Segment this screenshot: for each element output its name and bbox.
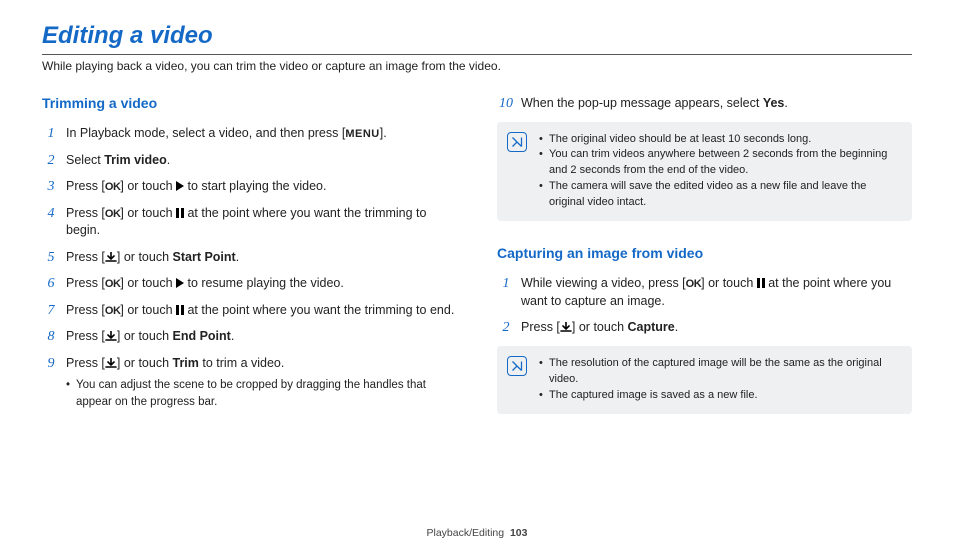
- trim-step: Press [OK] or touch at the point where y…: [42, 205, 457, 240]
- play-icon: [176, 278, 184, 288]
- trim-heading: Trimming a video: [42, 95, 457, 111]
- pause-icon: [176, 305, 184, 315]
- info-badge-icon: [507, 132, 527, 152]
- capture-step: Press [] or touch Capture.: [497, 319, 912, 337]
- ok-icon: OK: [686, 278, 702, 290]
- trim-step-10-list: When the pop-up message appears, select …: [497, 95, 912, 113]
- subnote-item: You can adjust the scene to be cropped b…: [66, 377, 457, 410]
- down-icon: [105, 331, 117, 341]
- pause-icon: [757, 278, 765, 288]
- down-icon: [105, 358, 117, 368]
- page-footer: Playback/Editing 103: [0, 527, 954, 539]
- ok-icon: OK: [105, 278, 121, 290]
- page-intro: While playing back a video, you can trim…: [42, 59, 912, 73]
- ok-icon: OK: [105, 208, 121, 220]
- trim-step: In Playback mode, select a video, and th…: [42, 125, 457, 143]
- info-badge-icon: [507, 356, 527, 376]
- capture-heading: Capturing an image from video: [497, 245, 912, 261]
- right-column: When the pop-up message appears, select …: [497, 95, 912, 438]
- trim-subnote: You can adjust the scene to be cropped b…: [42, 377, 457, 410]
- trim-step: Select Trim video.: [42, 152, 457, 170]
- info-item: The original video should be at least 10…: [539, 132, 900, 148]
- capture-steps-list: While viewing a video, press [OK] or tou…: [497, 275, 912, 337]
- ok-icon: OK: [105, 181, 121, 193]
- trim-step: Press [] or touch Start Point.: [42, 249, 457, 267]
- down-icon: [560, 322, 572, 332]
- play-icon: [176, 181, 184, 191]
- down-icon: [105, 252, 117, 262]
- trim-step-10: When the pop-up message appears, select …: [497, 95, 912, 113]
- left-column: Trimming a video In Playback mode, selec…: [42, 95, 457, 438]
- ok-icon: OK: [105, 305, 121, 317]
- page-content: Editing a video While playing back a vid…: [0, 0, 954, 438]
- info-item: The camera will save the edited video as…: [539, 179, 900, 211]
- footer-page-number: 103: [510, 527, 528, 539]
- capture-step: While viewing a video, press [OK] or tou…: [497, 275, 912, 310]
- trim-step: Press [] or touch Trim to trim a video.: [42, 355, 457, 373]
- info-item: You can trim videos anywhere between 2 s…: [539, 147, 900, 179]
- title-rule: [42, 54, 912, 55]
- trim-step: Press [] or touch End Point.: [42, 328, 457, 346]
- footer-section: Playback/Editing: [426, 527, 504, 539]
- trim-info-box: The original video should be at least 10…: [497, 122, 912, 222]
- trim-steps-list: In Playback mode, select a video, and th…: [42, 125, 457, 372]
- trim-step: Press [OK] or touch to start playing the…: [42, 178, 457, 196]
- page-title: Editing a video: [42, 22, 912, 50]
- two-column-layout: Trimming a video In Playback mode, selec…: [42, 95, 912, 438]
- capture-info-box: The resolution of the captured image wil…: [497, 346, 912, 414]
- info-item: The captured image is saved as a new fil…: [539, 388, 900, 404]
- trim-step: Press [OK] or touch at the point where y…: [42, 302, 457, 320]
- menu-icon: MENU: [345, 128, 379, 140]
- pause-icon: [176, 208, 184, 218]
- trim-step: Press [OK] or touch to resume playing th…: [42, 275, 457, 293]
- info-item: The resolution of the captured image wil…: [539, 356, 900, 388]
